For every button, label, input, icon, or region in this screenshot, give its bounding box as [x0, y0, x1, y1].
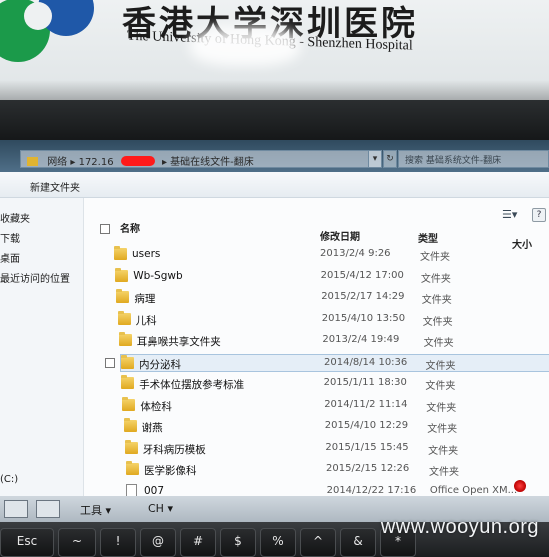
file-name: 手术体位摆放参考标准 [139, 379, 245, 391]
file-type: 文件夹 [426, 402, 457, 414]
file-date: 2015/1/15 15:45 [325, 441, 409, 453]
file-date: 2015/4/10 12:29 [324, 420, 409, 431]
file-type: 文件夹 [428, 445, 459, 457]
redaction-mark [120, 156, 155, 166]
file-name: 007 [144, 484, 165, 497]
light-glare [190, 26, 300, 66]
table-row[interactable]: 医学影像科 2015/2/15 12:26 文件夹 [126, 461, 549, 479]
file-type: Office Open XM... [429, 484, 518, 496]
file-type: 文件夹 [429, 467, 459, 478]
file-date: 2015/4/10 13:50 [321, 312, 406, 324]
table-row[interactable]: 病理 2015/2/17 14:29 文件夹 [116, 289, 546, 307]
file-name: 儿科 [135, 314, 157, 327]
file-list: ☰▾ ? 名称 修改日期 类型 大小 users 2013/2/4 9:26 文件夹… [84, 198, 549, 510]
file-type: 文件夹 [423, 338, 454, 349]
file-date: 2014/8/14 10:36 [324, 356, 408, 368]
file-date: 2015/4/12 17:00 [320, 269, 404, 281]
file-name: 内分泌科 [139, 358, 181, 371]
address-field[interactable]: 网络 ▸ 172.16 ▸ 基础在线文件-翻床 [20, 150, 382, 168]
refresh-icon[interactable]: ↻ [383, 150, 397, 168]
table-row[interactable]: 耳鼻喉共享文件夹 2013/2/4 19:49 文件夹 [118, 332, 549, 350]
address-bar: 网络 ▸ 172.16 ▸ 基础在线文件-翻床 ▾ ↻ 搜索 基础系统文件-翻床 [0, 140, 549, 172]
file-name: users [132, 248, 161, 260]
column-header-name[interactable]: 名称 [120, 220, 140, 242]
hospital-logo-icon [0, 0, 94, 62]
file-name: 牙科病历模板 [142, 443, 206, 456]
table-row[interactable]: 牙科病历模板 2015/1/15 15:45 文件夹 [124, 439, 549, 458]
file-date: 2015/2/15 12:26 [326, 463, 410, 474]
file-date: 2015/2/17 14:29 [321, 291, 405, 302]
file-name: 谢燕 [141, 422, 163, 434]
folder-icon [123, 418, 137, 432]
key-ampersand[interactable]: & [340, 528, 376, 557]
folder-icon [126, 461, 139, 475]
key-percent[interactable]: % [260, 528, 296, 557]
file-name: 耳鼻喉共享文件夹 [136, 336, 221, 348]
file-type: 文件夹 [420, 273, 451, 285]
folder-icon [117, 310, 131, 325]
file-date: 2015/1/11 18:30 [323, 377, 407, 388]
sidebar-item-downloads[interactable]: 下载 [0, 230, 20, 245]
select-all-checkbox[interactable] [100, 224, 110, 234]
esc-key[interactable]: Esc [0, 528, 54, 557]
table-row[interactable]: 儿科 2015/4/10 13:50 文件夹 [117, 310, 548, 329]
view-options-icon[interactable]: ☰▾ [502, 208, 517, 221]
table-row[interactable]: 体检科 2014/11/2 11:14 文件夹 [122, 396, 549, 415]
file-name: 医学影像科 [144, 465, 197, 477]
file-type: 文件夹 [421, 295, 452, 306]
file-date: 2014/12/22 17:16 [326, 484, 417, 496]
new-folder-button[interactable]: 新建文件夹 [30, 179, 80, 194]
navigation-pane: 收藏夹 下载 桌面 最近访问的位置 (C:) [0, 198, 84, 510]
key-tilde[interactable]: ~ [58, 528, 96, 557]
file-type: 文件夹 [420, 252, 450, 263]
folder-icon [116, 289, 130, 303]
folder-icon [27, 157, 38, 166]
search-input[interactable]: 搜索 基础系统文件-翻床 [398, 150, 549, 168]
cursor-red-dot [514, 480, 526, 492]
tools-menu[interactable]: 工具 ▾ [80, 502, 111, 518]
help-icon[interactable]: ? [532, 208, 546, 222]
folder-icon [115, 267, 129, 282]
file-type: 文件夹 [425, 360, 456, 372]
folder-icon [121, 375, 135, 389]
sidebar-item-favorites[interactable]: 收藏夹 [0, 210, 30, 225]
hospital-sign: 香港大学深圳医院 The University of Hong Kong - S… [0, 0, 549, 104]
file-type: 文件夹 [425, 381, 456, 392]
file-date: 2013/2/4 9:26 [320, 248, 391, 259]
document-icon [126, 483, 137, 497]
key-hash[interactable]: # [180, 528, 216, 557]
file-name: 病理 [134, 293, 156, 305]
language-menu[interactable]: CH ▾ [148, 502, 173, 515]
watermark: www.wooyun.org [380, 516, 539, 538]
file-type: 文件夹 [422, 316, 453, 328]
folder-icon [118, 332, 132, 346]
explorer-window: 网络 ▸ 172.16 ▸ 基础在线文件-翻床 ▾ ↻ 搜索 基础系统文件-翻床… [0, 140, 549, 510]
table-row[interactable]: users 2013/2/4 9:26 文件夹 [114, 246, 544, 264]
table-row[interactable]: Wb-Sgwb 2015/4/12 17:00 文件夹 [115, 267, 545, 286]
folder-icon [124, 439, 138, 454]
folder-icon [122, 396, 136, 411]
file-name: Wb-Sgwb [133, 269, 183, 282]
table-row[interactable]: 内分泌科 2014/8/14 10:36 文件夹 [105, 353, 549, 372]
table-row[interactable]: 谢燕 2015/4/10 12:29 文件夹 [123, 418, 549, 436]
sidebar-item-recent[interactable]: 最近访问的位置 [0, 270, 70, 285]
keyboard-icon[interactable] [36, 500, 60, 518]
address-dropdown-icon[interactable]: ▾ [368, 150, 382, 168]
key-at[interactable]: @ [140, 528, 176, 557]
table-row[interactable]: 手术体位摆放参考标准 2015/1/11 18:30 文件夹 [121, 375, 549, 393]
file-date: 2014/11/2 11:14 [324, 398, 408, 410]
row-checkbox[interactable] [105, 357, 115, 368]
toolbar: 新建文件夹 [0, 172, 549, 198]
key-exclaim[interactable]: ! [100, 528, 136, 557]
sidebar-item-drive-c[interactable]: (C:) [0, 474, 18, 485]
key-caret[interactable]: ^ [300, 528, 336, 557]
key-dollar[interactable]: $ [220, 528, 256, 557]
file-type: 文件夹 [427, 424, 458, 435]
pen-icon[interactable] [4, 500, 28, 518]
file-name: 体检科 [140, 400, 172, 413]
sidebar-item-desktop[interactable]: 桌面 [0, 250, 20, 265]
file-date: 2013/2/4 19:49 [322, 334, 400, 345]
folder-icon [114, 246, 127, 260]
folder-icon [121, 354, 134, 369]
